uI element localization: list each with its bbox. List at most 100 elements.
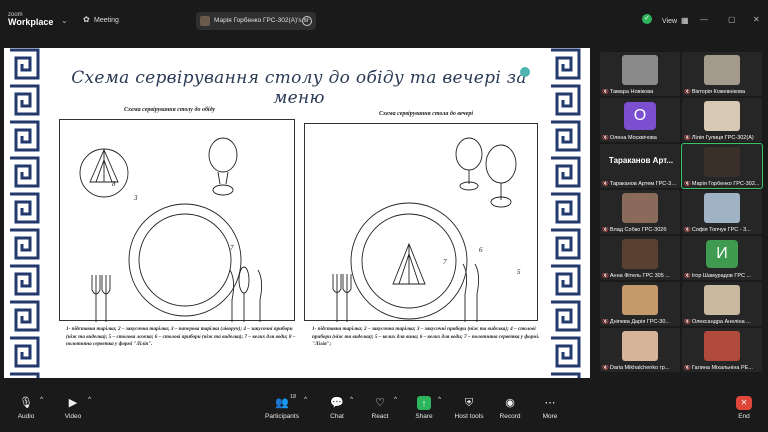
- participant-name: 🔇Олександра Анеліна ...: [684, 319, 760, 325]
- view-button[interactable]: View ▦: [662, 16, 689, 25]
- participants-label: Participants: [265, 413, 299, 420]
- share-button[interactable]: ↑ Share: [412, 396, 436, 420]
- share-screen-icon: ↑: [417, 396, 431, 410]
- record-label: Record: [499, 413, 521, 420]
- participant-video: [704, 55, 740, 85]
- callout-3: 3: [133, 194, 138, 202]
- muted-mic-icon: 🔇: [602, 89, 609, 95]
- react-label: React: [371, 413, 389, 420]
- more-icon: ⋯: [544, 397, 556, 409]
- chat-options-caret[interactable]: ^: [350, 396, 353, 403]
- view-label: View: [662, 18, 678, 25]
- greek-key-border-left: [8, 48, 40, 378]
- meeting-label: Meeting: [94, 17, 119, 24]
- participant-tile[interactable]: 🔇Дніпева Дарія ГРС-30...: [600, 282, 680, 326]
- participant-name: 🔇Тараканов Артем ГРС-30...: [602, 181, 678, 187]
- participant-tile[interactable]: 🔇Вікторія Кожевнікова: [682, 52, 762, 96]
- audio-options-caret[interactable]: ^: [40, 396, 43, 403]
- share-options-caret[interactable]: ^: [438, 396, 441, 403]
- greek-key-border-right: [549, 48, 581, 378]
- muted-mic-icon: 🔇: [602, 273, 609, 279]
- participant-name-text: Анна Фітель ГРС 305 ...: [609, 273, 670, 279]
- right-caption: 1- підставна тарілка; 2 – закусочна тарі…: [312, 326, 540, 347]
- participant-video: [622, 285, 658, 315]
- muted-mic-icon: 🔇: [602, 181, 609, 187]
- react-button[interactable]: ♡ React: [368, 396, 392, 420]
- host-tools-button[interactable]: ⛨ Host tools: [454, 396, 484, 420]
- participant-name-text: Олена Москвічова: [609, 135, 657, 141]
- chat-icon: 💬: [330, 397, 344, 409]
- record-button[interactable]: ◉ Record: [498, 396, 522, 420]
- muted-mic-icon: 🔇: [684, 319, 691, 325]
- participant-tile[interactable]: 🔇Софія Топчук ГРС - 3...: [682, 190, 762, 234]
- close-icon[interactable]: ✕: [753, 15, 760, 24]
- participant-big-name: Тараканов Арт...: [608, 156, 674, 165]
- participant-name-text: Марія Горбенко ГРС-302...: [691, 181, 760, 187]
- muted-mic-icon: 🔇: [684, 135, 691, 141]
- participant-name: 🔇Daria Mikhalchenko гр...: [602, 365, 678, 371]
- audio-button[interactable]: 🎙 Audio: [14, 396, 38, 420]
- muted-mic-icon: 🔇: [684, 181, 691, 187]
- participant-name-text: Влад Собко ГРС-302б: [609, 227, 667, 233]
- participant-name: 🔇Влад Собко ГРС-302б: [602, 227, 678, 233]
- callout-8: 8: [112, 180, 116, 188]
- zoom-logo: zoom Workplace: [8, 12, 53, 27]
- participant-name: 🔇Ігор Шамурадов ГРС ...: [684, 273, 760, 279]
- participant-tile[interactable]: И 🔇Ігор Шамурадов ГРС ...: [682, 236, 762, 280]
- participant-tile[interactable]: О 🔇Олена Москвічова: [600, 98, 680, 142]
- participant-tile[interactable]: 🔇Олександра Анеліна ...: [682, 282, 762, 326]
- participant-tile[interactable]: 🔇Лілія Гулиця ГРС-302(А): [682, 98, 762, 142]
- participant-tile[interactable]: 🔇Влад Собко ГРС-302б: [600, 190, 680, 234]
- minimize-icon[interactable]: —: [700, 15, 708, 24]
- top-bar: zoom Workplace ⌄ ✿ Meeting Марія Горбенко…: [0, 0, 768, 40]
- lunch-setting-drawing: 8 3 7 1 2: [79, 137, 263, 354]
- participant-name-text: Галина Міхальніна РЕ...: [691, 365, 753, 371]
- participant-video: [622, 331, 658, 361]
- participant-name: 🔇Дніпева Дарія ГРС-30...: [602, 319, 678, 325]
- participant-name-text: Ігор Шамурадов ГРС ...: [691, 273, 752, 279]
- meeting-toolbar: 🎙 Audio ^ ▶ Video ^ 👥 Participants 18 ^ …: [0, 392, 768, 432]
- participant-tile[interactable]: 🔇Daria Mikhalchenko гр...: [600, 328, 680, 372]
- participant-video: [704, 193, 740, 223]
- dinner-setting-drawing: 7 6 5 1 2: [332, 137, 521, 354]
- callout-7: 7: [230, 244, 234, 252]
- participant-tile[interactable]: 🔇Марія Горбенко ГРС-302...: [681, 143, 763, 189]
- muted-mic-icon: 🔇: [684, 89, 691, 95]
- muted-mic-icon: 🔇: [602, 319, 609, 325]
- callout-6: 6: [479, 246, 483, 254]
- muted-mic-icon: 🔇: [602, 227, 609, 233]
- participant-video: [704, 147, 740, 177]
- lunch-setting-diagram: 8 3 7 1 2: [59, 119, 295, 354]
- sharer-avatar: [200, 16, 210, 26]
- sharing-label: Марія Горбенко ГРС-302(А)'s si: [214, 17, 309, 24]
- chat-button[interactable]: 💬 Chat: [326, 396, 348, 420]
- participant-tile[interactable]: Тараканов Арт... 🔇Тараканов Артем ГРС-30.…: [600, 144, 680, 188]
- end-button[interactable]: ✕ End: [734, 396, 754, 420]
- sharing-indicator[interactable]: Марія Горбенко ГРС-302(А)'s si ⋯: [196, 12, 316, 30]
- more-options-icon[interactable]: ⋯: [302, 16, 312, 26]
- participant-tile[interactable]: 🔇Анна Фітель ГРС 305 ...: [600, 236, 680, 280]
- chevron-down-icon[interactable]: ⌄: [61, 16, 68, 25]
- callout-5: 5: [517, 268, 521, 276]
- maximize-icon[interactable]: ▢: [728, 15, 736, 24]
- participant-avatar: О: [624, 102, 656, 130]
- paw-icon: ✿: [83, 15, 90, 24]
- more-button[interactable]: ⋯ More: [538, 396, 562, 420]
- participant-name-text: Daria Mikhalchenko гр...: [609, 365, 670, 371]
- participant-tile[interactable]: 🔇Галина Міхальніна РЕ...: [682, 328, 762, 372]
- video-options-caret[interactable]: ^: [88, 396, 91, 403]
- video-button[interactable]: ▶ Video: [60, 396, 86, 420]
- participants-gallery: 🔇Тамара Новікова 🔇Вікторія Кожевнікова О 🔇О…: [600, 52, 766, 382]
- muted-mic-icon: 🔇: [684, 365, 691, 371]
- muted-mic-icon: 🔇: [602, 135, 609, 141]
- security-shield-icon[interactable]: ✓: [642, 14, 652, 24]
- participant-name: 🔇Софія Топчук ГРС - 3...: [684, 227, 760, 233]
- participants-options-caret[interactable]: ^: [304, 396, 307, 403]
- meeting-tab[interactable]: ✿ Meeting: [83, 15, 119, 24]
- host-tools-label: Host tools: [454, 413, 484, 420]
- participant-name: 🔇Галина Міхальніна РЕ...: [684, 365, 760, 371]
- record-icon: ◉: [505, 397, 515, 409]
- react-options-caret[interactable]: ^: [394, 396, 397, 403]
- participant-name-text: Тамара Новікова: [609, 89, 654, 95]
- participant-tile[interactable]: 🔇Тамара Новікова: [600, 52, 680, 96]
